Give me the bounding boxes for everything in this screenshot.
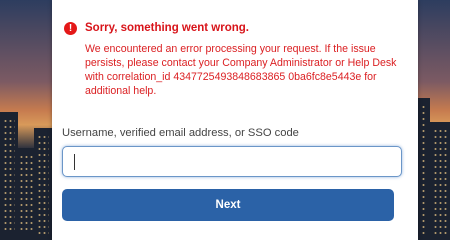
building-left-2 <box>16 148 36 240</box>
username-field-label: Username, verified email address, or SSO… <box>62 127 299 139</box>
text-caret <box>74 154 75 170</box>
error-message: We encountered an error processing your … <box>85 43 397 97</box>
username-input[interactable] <box>62 146 402 177</box>
login-card: ! Sorry, something went wrong. We encoun… <box>52 0 418 240</box>
error-title: Sorry, something went wrong. <box>85 22 249 34</box>
next-button[interactable]: Next <box>62 189 394 221</box>
building-right-1 <box>418 98 430 240</box>
building-right-2 <box>430 122 450 240</box>
building-left-3 <box>34 128 52 240</box>
exclamation-circle-icon: ! <box>64 22 77 35</box>
